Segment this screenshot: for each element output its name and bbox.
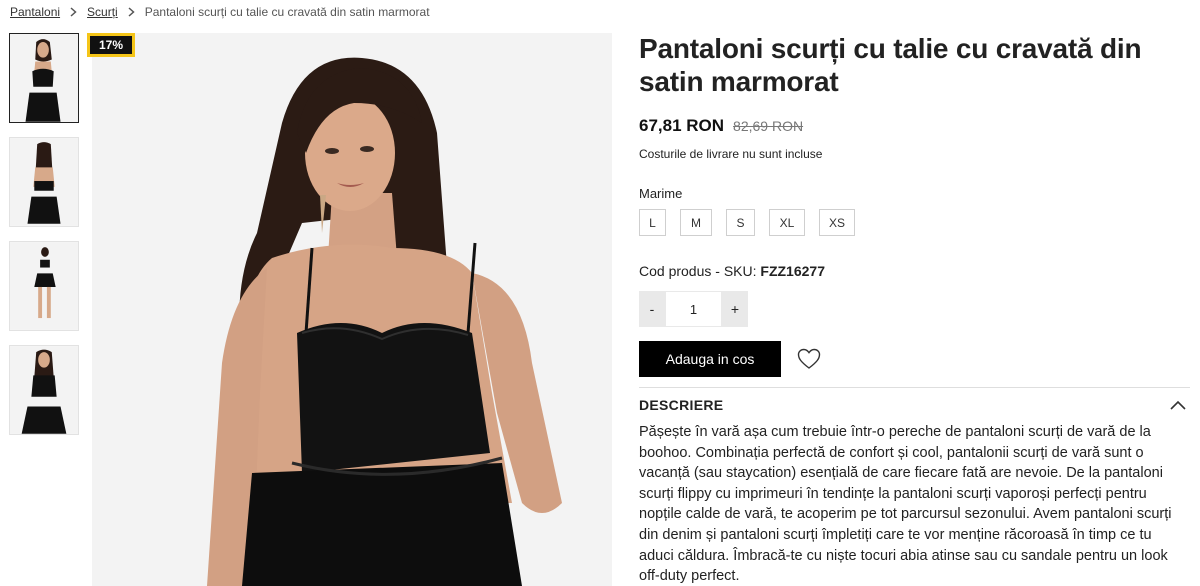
thumbnail-3[interactable] <box>9 241 79 331</box>
product-title: Pantaloni scurți cu talie cu cravată din… <box>639 33 1142 97</box>
product-info: Pantaloni scurți cu talie cu cravată din… <box>639 32 1190 586</box>
shipping-note: Costurile de livrare nu sunt incluse <box>639 147 823 161</box>
sku-value: FZZ16277 <box>760 263 825 279</box>
description-text: Pășește în vară așa cum trebuie într-o p… <box>639 424 1172 585</box>
product-photo-front <box>10 34 78 122</box>
sku-line: Cod produs - SKU: FZZ16277 <box>639 263 1190 279</box>
chevron-right-icon <box>70 7 77 17</box>
thumbnail-4[interactable] <box>9 345 79 435</box>
discount-badge: 17% <box>87 33 135 57</box>
size-option-xl[interactable]: XL <box>769 209 805 236</box>
size-option-s[interactable]: S <box>726 209 755 236</box>
divider <box>639 387 1190 388</box>
price-row: 67,81 RON 82,69 RON <box>639 116 1190 136</box>
cart-actions: Adauga in cos <box>639 341 1190 377</box>
thumbnail-2[interactable] <box>9 137 79 227</box>
size-selector: L M S XL XS <box>639 209 1190 236</box>
heart-icon[interactable] <box>797 347 821 371</box>
current-price: 67,81 RON <box>639 116 725 135</box>
product-photo-full <box>10 242 78 330</box>
breadcrumb-link-scurti[interactable]: Scurți <box>87 5 118 19</box>
model-photo <box>92 33 612 586</box>
old-price: 82,69 RON <box>733 118 804 134</box>
breadcrumb-link-pantaloni[interactable]: Pantaloni <box>10 5 60 19</box>
chevron-right-icon <box>128 7 135 17</box>
quantity-increase-button[interactable]: + <box>722 291 748 327</box>
quantity-stepper: - + <box>639 291 748 327</box>
description-accordion-header[interactable]: DESCRIERE <box>639 397 1190 413</box>
description-title: DESCRIERE <box>639 397 724 413</box>
quantity-decrease-button[interactable]: - <box>639 291 665 327</box>
chevron-up-icon[interactable] <box>1170 400 1186 410</box>
product-photo-back <box>10 138 78 226</box>
size-option-xs[interactable]: XS <box>819 209 855 236</box>
breadcrumb-current: Pantaloni scurți cu talie cu cravată din… <box>144 5 430 19</box>
thumbnail-1[interactable] <box>9 33 79 123</box>
main-product-image[interactable] <box>92 33 612 586</box>
product-photo-pose <box>10 346 78 434</box>
size-option-l[interactable]: L <box>639 209 666 236</box>
quantity-input[interactable] <box>665 291 722 327</box>
size-label: Marime <box>639 186 683 201</box>
breadcrumb: Pantaloni Scurți Pantaloni scurți cu tal… <box>10 4 430 20</box>
size-option-m[interactable]: M <box>680 209 712 236</box>
thumbnail-gallery <box>9 33 79 449</box>
sku-label: Cod produs - SKU: <box>639 263 757 279</box>
add-to-cart-button[interactable]: Adauga in cos <box>639 341 781 377</box>
